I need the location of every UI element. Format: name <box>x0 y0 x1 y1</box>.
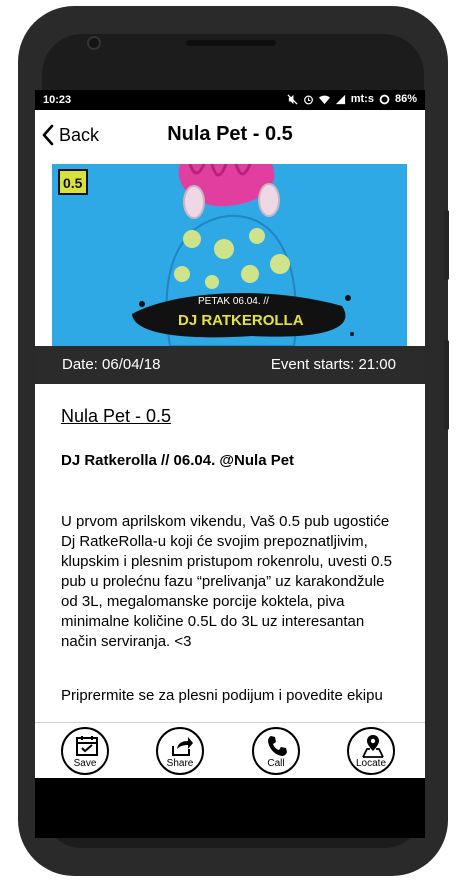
action-toolbar: Save Share Call Locate <box>35 722 425 778</box>
status-icons: mt:s 86% <box>287 93 417 105</box>
power-button <box>444 340 449 430</box>
calendar-icon <box>76 736 98 756</box>
call-button[interactable]: Call <box>252 727 300 775</box>
status-time: 10:23 <box>43 94 72 106</box>
battery-level: 86% <box>394 93 417 105</box>
article-heading: Nula Pet - 0.5 <box>61 406 172 426</box>
article-paragraph: Priprermite se za plesni podijum i poved… <box>61 687 383 704</box>
earpiece-speaker <box>186 40 276 46</box>
banner-headline: DJ RATKEROLLA <box>178 312 304 329</box>
system-nav-area <box>35 778 425 838</box>
status-bar: 10:23 mt:s 86% <box>35 90 425 110</box>
save-label: Save <box>73 758 97 769</box>
article-subtitle: DJ Ratkerolla // 06.04. @Nula Pet <box>61 452 295 469</box>
front-camera <box>87 36 101 50</box>
share-icon <box>172 737 193 756</box>
nav-bar: Back Nula Pet - 0.5 <box>35 110 425 160</box>
data-sync-icon <box>379 94 390 104</box>
call-label: Call <box>267 758 285 769</box>
app-screen: 10:23 mt:s 86% Back Nula Pet - 0.5 PETAK… <box>35 90 425 778</box>
mute-icon <box>287 93 298 105</box>
locate-label: Locate <box>355 758 387 769</box>
banner-badge: 0.5 <box>63 175 83 191</box>
locate-button[interactable]: Locate <box>347 727 395 775</box>
wifi-icon <box>318 95 330 104</box>
map-pin-icon <box>362 735 384 758</box>
event-info-bar: Date: 06/04/18 Event starts: 21:00 <box>35 346 425 384</box>
alarm-icon <box>303 95 313 104</box>
event-date: Date: 06/04/18 <box>62 356 161 373</box>
event-start-time: Event starts: 21:00 <box>270 356 396 373</box>
volume-button <box>444 210 449 280</box>
event-poster-artwork: PETAK 06.04. // DJ RATKEROLLA 0.5 <box>52 164 407 346</box>
phone-icon <box>268 736 287 756</box>
banner-kicker: PETAK 06.04. // <box>198 296 269 307</box>
article-paragraph: U prvom aprilskom vikendu, Vaš 0.5 pub u… <box>61 513 392 650</box>
signal-icon <box>335 94 345 104</box>
event-description[interactable]: Nula Pet - 0.5 DJ Ratkerolla // 06.04. @… <box>35 384 425 728</box>
share-button[interactable]: Share <box>156 727 204 775</box>
page-title: Nula Pet - 0.5 <box>167 123 293 145</box>
network-name: mt:s <box>350 93 374 105</box>
event-banner-image: PETAK 06.04. // DJ RATKEROLLA 0.5 <box>52 164 407 346</box>
save-button[interactable]: Save <box>61 727 109 775</box>
share-label: Share <box>166 758 194 769</box>
